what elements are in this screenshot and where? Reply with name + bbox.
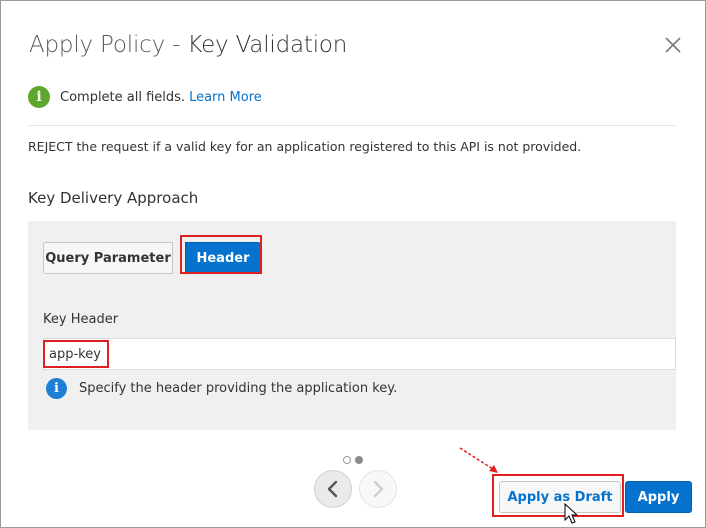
- info-icon: i: [28, 86, 50, 108]
- mouse-cursor-icon: [564, 503, 579, 524]
- divider: [28, 125, 676, 126]
- dialog-title: Apply Policy - Key Validation: [29, 32, 347, 58]
- dialog: Apply Policy - Key Validation i Complete…: [0, 0, 706, 528]
- highlight-box: [180, 235, 262, 274]
- title-policy: Apply Policy: [29, 32, 166, 58]
- apply-button[interactable]: Apply: [625, 481, 692, 513]
- hint-message: i Specify the header providing the appli…: [46, 378, 397, 399]
- learn-more-link[interactable]: Learn More: [189, 90, 262, 105]
- title-separator: -: [165, 32, 188, 58]
- info-text: Complete all fields.: [60, 89, 186, 105]
- pagination-dots: [343, 456, 363, 464]
- next-button[interactable]: [359, 470, 397, 508]
- close-icon[interactable]: [662, 34, 684, 56]
- previous-button[interactable]: [314, 470, 352, 508]
- page-dot[interactable]: [343, 456, 351, 464]
- page-dot-active[interactable]: [355, 456, 363, 464]
- info-message: i Complete all fields. Learn More: [28, 85, 262, 109]
- highlight-box: [492, 474, 624, 517]
- key-header-label: Key Header: [43, 312, 119, 327]
- chevron-right-icon: [373, 480, 384, 498]
- hint-text: Specify the header providing the applica…: [79, 381, 398, 396]
- policy-description: REJECT the request if a valid key for an…: [28, 139, 582, 154]
- key-header-input[interactable]: [43, 338, 676, 370]
- chevron-left-icon: [327, 480, 338, 498]
- title-policy-name: Key Validation: [187, 32, 348, 58]
- query-parameter-button[interactable]: Query Parameter: [43, 242, 173, 274]
- info-icon: i: [46, 378, 67, 399]
- highlight-box: [43, 340, 109, 368]
- key-delivery-panel: Query Parameter Header Key Header i Spec…: [28, 221, 676, 430]
- section-title: Key Delivery Approach: [28, 189, 199, 207]
